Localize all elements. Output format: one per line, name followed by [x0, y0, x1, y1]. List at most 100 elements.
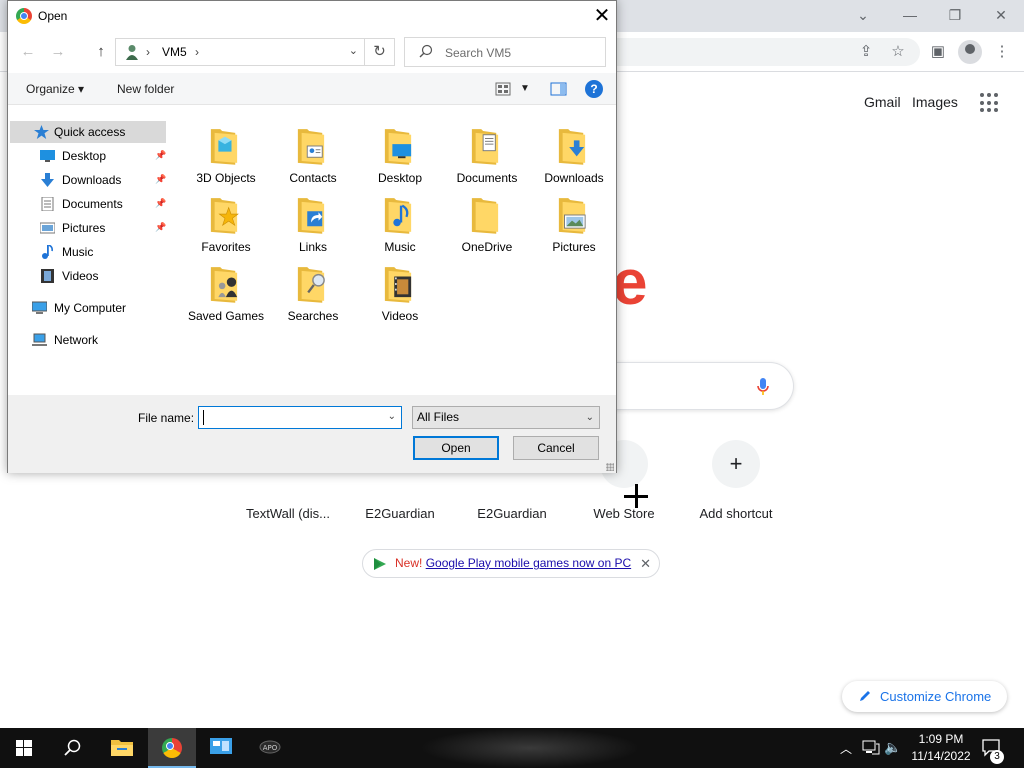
file-explorer-button[interactable] [98, 728, 146, 768]
folder-item-onedrive[interactable]: OneDrive [444, 184, 530, 254]
navigation-pane: Quick access Desktop 📌 Downloads 📌 Docum… [8, 105, 168, 395]
folder-icon [111, 740, 133, 756]
shortcut-label: Add shortcut [699, 506, 773, 521]
nav-item-network[interactable]: Network [10, 329, 166, 351]
microphone-icon[interactable] [757, 378, 769, 396]
nav-item-documents[interactable]: Documents 📌 [10, 193, 166, 215]
folder-icon [471, 198, 499, 234]
tray-chevron-icon[interactable]: ︿ [840, 740, 852, 757]
profile-avatar[interactable] [958, 40, 982, 64]
open-file-dialog: Open ✕ ← → ↑ › VM5 › ⌄ ↻ Search VM5 Orga… [7, 0, 617, 473]
chrome-taskbar-button[interactable] [148, 728, 196, 768]
app2-taskbar-button[interactable]: APO [246, 728, 294, 768]
search-input[interactable]: Search VM5 [404, 37, 606, 67]
resize-grip-icon[interactable] [606, 463, 614, 471]
chevron-down-icon[interactable]: ⌄ [388, 411, 396, 422]
wallpaper-fragment [420, 728, 640, 768]
open-button[interactable]: Open [413, 436, 499, 460]
folder-item-saved-games[interactable]: Saved Games [183, 253, 269, 323]
folder-name: Videos [381, 309, 419, 323]
cancel-button[interactable]: Cancel [513, 436, 599, 460]
folder-icon [210, 198, 239, 234]
desktop-screen: ⌄ — ❐ ✕ ⇪ ☆ ▣ ⋮ Gmail Images e TextWall … [0, 0, 1024, 768]
nav-item-downloads[interactable]: Downloads 📌 [10, 169, 166, 191]
folder-item-videos[interactable]: Videos [357, 253, 443, 323]
back-arrow-icon[interactable]: ← [18, 42, 38, 62]
folder-item-pictures[interactable]: Pictures [531, 184, 617, 254]
add-shortcut-button[interactable]: + Add shortcut [681, 440, 791, 521]
shortcut-label: E2Guardian [365, 506, 435, 521]
folder-item-contacts[interactable]: Contacts [270, 115, 356, 185]
gmail-link[interactable]: Gmail [864, 94, 901, 110]
folder-icon [297, 198, 325, 234]
network-tray-icon[interactable] [862, 740, 880, 756]
video-icon [41, 269, 54, 283]
folder-item-favorites[interactable]: Favorites [183, 184, 269, 254]
clock-time[interactable]: 1:09 PM [908, 732, 974, 746]
nav-item-music[interactable]: Music [10, 241, 166, 263]
volume-icon[interactable]: 🔈 [884, 739, 901, 756]
shortcut-label: Web Store [593, 506, 655, 521]
nav-item-quick-access[interactable]: Quick access [10, 121, 166, 143]
clock-date[interactable]: 11/14/2022 [908, 749, 974, 763]
folder-icon [471, 129, 499, 165]
app-taskbar-button[interactable] [198, 728, 246, 768]
folder-item-documents[interactable]: Documents [444, 115, 530, 185]
folder-item-3d-objects[interactable]: 3D Objects [183, 115, 269, 185]
nav-item-my-computer[interactable]: My Computer [10, 297, 166, 319]
nav-item-pictures[interactable]: Pictures 📌 [10, 217, 166, 239]
chrome-menu-icon[interactable]: ⋮ [991, 41, 1013, 63]
pin-icon[interactable]: 📌 [155, 222, 166, 232]
dialog-close-icon[interactable]: ✕ [592, 5, 612, 27]
folder-icon [384, 267, 412, 303]
folder-item-desktop[interactable]: Desktop [357, 115, 443, 185]
search-placeholder: Search VM5 [445, 46, 512, 60]
bookmark-star-icon[interactable]: ☆ [887, 41, 909, 63]
folder-item-music[interactable]: Music [357, 184, 443, 254]
share-icon[interactable]: ⇪ [855, 41, 877, 63]
nav-item-videos[interactable]: Videos [10, 265, 166, 287]
file-type-value: All Files [417, 410, 460, 424]
pin-icon[interactable]: 📌 [155, 198, 166, 208]
folder-item-links[interactable]: Links [270, 184, 356, 254]
pin-icon[interactable]: 📌 [155, 174, 166, 184]
view-options-icon[interactable] [495, 82, 511, 96]
control-panel-icon [210, 738, 232, 754]
organize-button[interactable]: Organize ▾ [26, 82, 84, 96]
breadcrumb-vm5[interactable]: VM5 [162, 45, 187, 59]
folder-item-downloads[interactable]: Downloads [531, 115, 617, 185]
file-type-select[interactable]: All Files ⌄ [412, 406, 600, 429]
close-window-icon[interactable]: ✕ [986, 4, 1016, 26]
customize-chrome-button[interactable]: Customize Chrome [842, 681, 1007, 712]
address-dropdown-icon[interactable]: ⌄ [349, 44, 358, 57]
nav-item-desktop[interactable]: Desktop 📌 [10, 145, 166, 167]
google-apps-icon[interactable] [980, 93, 1000, 113]
refresh-icon[interactable]: ↻ [365, 38, 395, 66]
minimize-icon[interactable]: — [895, 4, 925, 26]
images-link[interactable]: Images [912, 94, 958, 110]
help-icon[interactable]: ? [585, 80, 603, 98]
side-panel-icon[interactable]: ▣ [927, 41, 949, 63]
tab-search-icon[interactable]: ⌄ [848, 4, 878, 26]
preview-pane-icon[interactable] [550, 82, 567, 96]
address-bar[interactable]: › VM5 › ⌄ [115, 38, 365, 66]
start-button[interactable] [0, 728, 48, 768]
chevron-down-icon[interactable]: ⌄ [586, 407, 594, 428]
forward-arrow-icon[interactable]: → [48, 42, 68, 62]
folder-icon [297, 129, 325, 165]
folder-icon [210, 267, 238, 303]
view-dropdown-icon[interactable]: ▼ [520, 83, 530, 94]
new-folder-button[interactable]: New folder [117, 82, 174, 96]
search-button[interactable] [48, 728, 96, 768]
file-name-input[interactable]: ⌄ [198, 406, 402, 429]
up-arrow-icon[interactable]: ↑ [91, 42, 111, 62]
restore-icon[interactable]: ❐ [940, 4, 970, 26]
pin-icon[interactable]: 📌 [155, 150, 166, 160]
folder-item-searches[interactable]: Searches [270, 253, 356, 323]
download-icon [41, 173, 54, 187]
promo-link[interactable]: Google Play mobile games now on PC [426, 556, 631, 570]
music-icon [42, 245, 53, 259]
dialog-titlebar: Open ✕ [8, 1, 616, 32]
promo-close-icon[interactable]: ✕ [640, 550, 651, 577]
breadcrumb-chevron-icon[interactable]: › [195, 45, 199, 59]
